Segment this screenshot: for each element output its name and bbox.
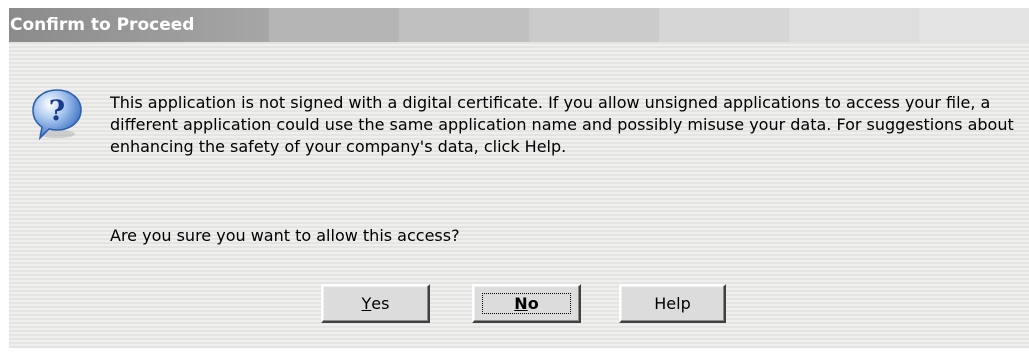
question-icon: ? — [31, 88, 83, 144]
no-button-label-rest: o — [527, 294, 539, 313]
yes-button-mnemonic: Y — [361, 294, 372, 313]
yes-button[interactable]: Yes — [321, 284, 430, 323]
help-button-label: Help — [654, 294, 691, 313]
no-button-mnemonic: N — [514, 294, 528, 313]
confirm-dialog: Confirm to Proceed ? This application is… — [9, 8, 1029, 348]
dialog-message: This application is not signed with a di… — [110, 93, 1014, 156]
dialog-title: Confirm to Proceed — [10, 15, 195, 35]
yes-button-label-rest: es — [371, 294, 390, 313]
title-bar[interactable]: Confirm to Proceed — [9, 8, 1029, 42]
svg-text:?: ? — [49, 94, 65, 127]
dialog-question: Are you sure you want to allow this acce… — [110, 226, 460, 245]
no-button[interactable]: No — [472, 284, 581, 323]
help-button[interactable]: Help — [619, 284, 726, 323]
